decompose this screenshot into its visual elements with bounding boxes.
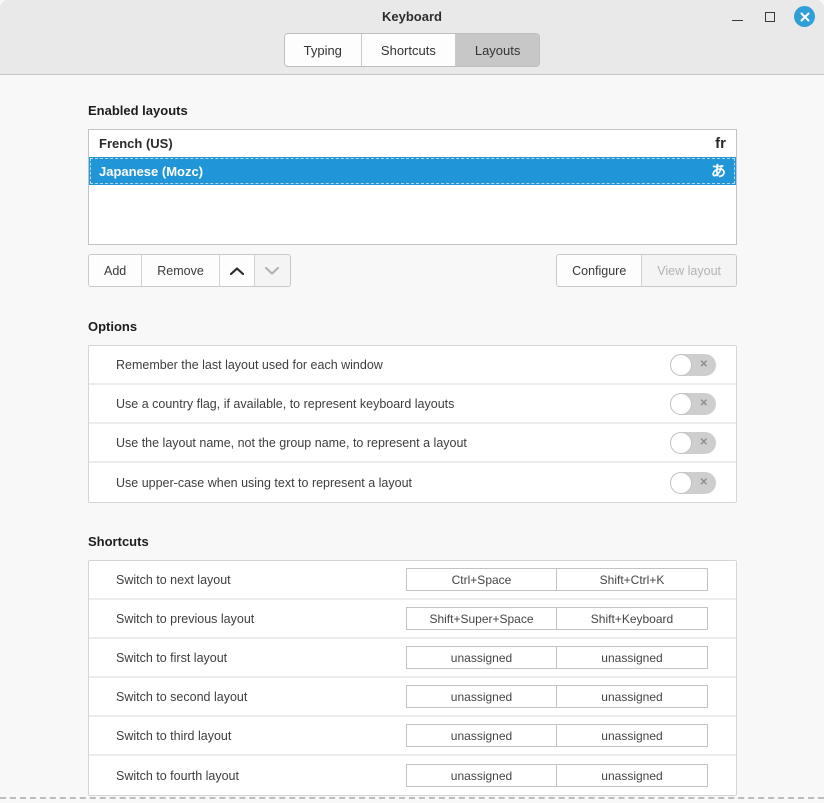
shortcut-row-next-layout: Switch to next layout Ctrl+Space Shift+C… (89, 561, 736, 600)
keybinding-cell[interactable]: unassigned (557, 685, 708, 708)
toggle-off-icon: ✕ (700, 438, 708, 448)
option-label: Use upper-case when using text to repres… (116, 476, 412, 490)
keybinding-cell[interactable]: Shift+Keyboard (557, 607, 708, 630)
toggle-knob (670, 354, 692, 376)
keybinding-pair: unassigned unassigned (406, 764, 708, 787)
shortcut-label: Switch to first layout (116, 651, 227, 665)
keybinding-cell[interactable]: Shift+Super+Space (406, 607, 557, 630)
layout-indicator-fr: fr (715, 136, 726, 151)
close-button[interactable] (794, 6, 815, 27)
shortcut-label: Switch to next layout (116, 573, 231, 587)
remember-last-layout-toggle[interactable]: ✕ (670, 354, 716, 376)
tab-typing[interactable]: Typing (285, 34, 362, 66)
list-item-japanese[interactable]: Japanese (Mozc) あ (89, 157, 736, 185)
minimize-button[interactable] (728, 8, 746, 26)
toggle-knob (670, 472, 692, 494)
titlebar[interactable]: Keyboard (0, 0, 824, 33)
keybinding-cell[interactable]: unassigned (557, 724, 708, 747)
chevron-down-icon (265, 267, 279, 275)
keybinding-cell[interactable]: Shift+Ctrl+K (557, 568, 708, 591)
keybinding-pair: unassigned unassigned (406, 646, 708, 669)
option-label: Use a country flag, if available, to rep… (116, 397, 454, 411)
option-row-remember-last-layout: Remember the last layout used for each w… (89, 346, 736, 385)
shortcuts-panel: Switch to next layout Ctrl+Space Shift+C… (88, 560, 737, 796)
layout-list-actions: Add Remove Configure View layout (88, 254, 737, 287)
layout-label: French (US) (99, 136, 173, 151)
shortcut-row-third-layout: Switch to third layout unassigned unassi… (89, 717, 736, 756)
keybinding-pair: Ctrl+Space Shift+Ctrl+K (406, 568, 708, 591)
configure-button-group: Configure View layout (556, 254, 737, 287)
move-down-button[interactable] (255, 255, 290, 286)
keybinding-cell[interactable]: Ctrl+Space (406, 568, 557, 591)
scroll-undershoot-indicator (0, 797, 824, 799)
keybinding-cell[interactable]: unassigned (557, 764, 708, 787)
shortcut-label: Switch to second layout (116, 690, 247, 704)
window-title: Keyboard (382, 9, 442, 24)
window-header: Keyboard Typing Shortcuts Layouts (0, 0, 824, 75)
tab-shortcuts[interactable]: Shortcuts (362, 34, 456, 66)
option-row-layout-name: Use the layout name, not the group name,… (89, 424, 736, 463)
upper-case-toggle[interactable]: ✕ (670, 472, 716, 494)
layouts-page: Enabled layouts French (US) fr Japanese … (0, 75, 824, 796)
shortcuts-heading: Shortcuts (88, 503, 737, 560)
move-up-button[interactable] (220, 255, 255, 286)
toggle-knob (670, 393, 692, 415)
layout-label: Japanese (Mozc) (99, 164, 203, 179)
maximize-icon (765, 12, 775, 22)
edit-button-group: Add Remove (88, 254, 291, 287)
tab-group: Typing Shortcuts Layouts (284, 33, 541, 67)
option-row-country-flag: Use a country flag, if available, to rep… (89, 385, 736, 424)
toggle-off-icon: ✕ (700, 478, 708, 488)
shortcut-row-second-layout: Switch to second layout unassigned unass… (89, 678, 736, 717)
shortcut-row-first-layout: Switch to first layout unassigned unassi… (89, 639, 736, 678)
options-panel: Remember the last layout used for each w… (88, 345, 737, 503)
toggle-off-icon: ✕ (700, 399, 708, 409)
window-controls (728, 0, 815, 33)
minimize-icon (732, 20, 743, 21)
option-row-upper-case: Use upper-case when using text to repres… (89, 463, 736, 502)
keybinding-cell[interactable]: unassigned (406, 764, 557, 787)
keybinding-pair: unassigned unassigned (406, 685, 708, 708)
shortcut-row-fourth-layout: Switch to fourth layout unassigned unass… (89, 756, 736, 795)
shortcut-row-previous-layout: Switch to previous layout Shift+Super+Sp… (89, 600, 736, 639)
layout-indicator-ja: あ (711, 164, 726, 179)
layout-name-toggle[interactable]: ✕ (670, 432, 716, 454)
keybinding-cell[interactable]: unassigned (406, 646, 557, 669)
keybinding-pair: Shift+Super+Space Shift+Keyboard (406, 607, 708, 630)
tab-bar: Typing Shortcuts Layouts (0, 33, 824, 67)
keybinding-cell[interactable]: unassigned (406, 685, 557, 708)
shortcut-label: Switch to previous layout (116, 612, 254, 626)
option-label: Remember the last layout used for each w… (116, 358, 383, 372)
remove-button[interactable]: Remove (142, 255, 220, 286)
view-layout-button[interactable]: View layout (642, 255, 736, 286)
toggle-off-icon: ✕ (700, 360, 708, 370)
list-item-french[interactable]: French (US) fr (89, 130, 736, 157)
add-button[interactable]: Add (89, 255, 142, 286)
country-flag-toggle[interactable]: ✕ (670, 393, 716, 415)
configure-button[interactable]: Configure (557, 255, 642, 286)
toggle-knob (670, 432, 692, 454)
chevron-up-icon (230, 267, 244, 275)
options-heading: Options (88, 287, 737, 345)
tab-layouts[interactable]: Layouts (456, 34, 540, 66)
shortcut-label: Switch to third layout (116, 729, 231, 743)
keybinding-cell[interactable]: unassigned (557, 646, 708, 669)
keyboard-settings-window: Keyboard Typing Shortcuts Layouts (0, 0, 824, 803)
enabled-layouts-list: French (US) fr Japanese (Mozc) あ (88, 129, 737, 245)
keybinding-cell[interactable]: unassigned (406, 724, 557, 747)
enabled-layouts-heading: Enabled layouts (88, 75, 737, 129)
close-icon (800, 12, 810, 22)
maximize-button[interactable] (761, 8, 779, 26)
shortcut-label: Switch to fourth layout (116, 769, 239, 783)
keybinding-pair: unassigned unassigned (406, 724, 708, 747)
option-label: Use the layout name, not the group name,… (116, 436, 467, 450)
